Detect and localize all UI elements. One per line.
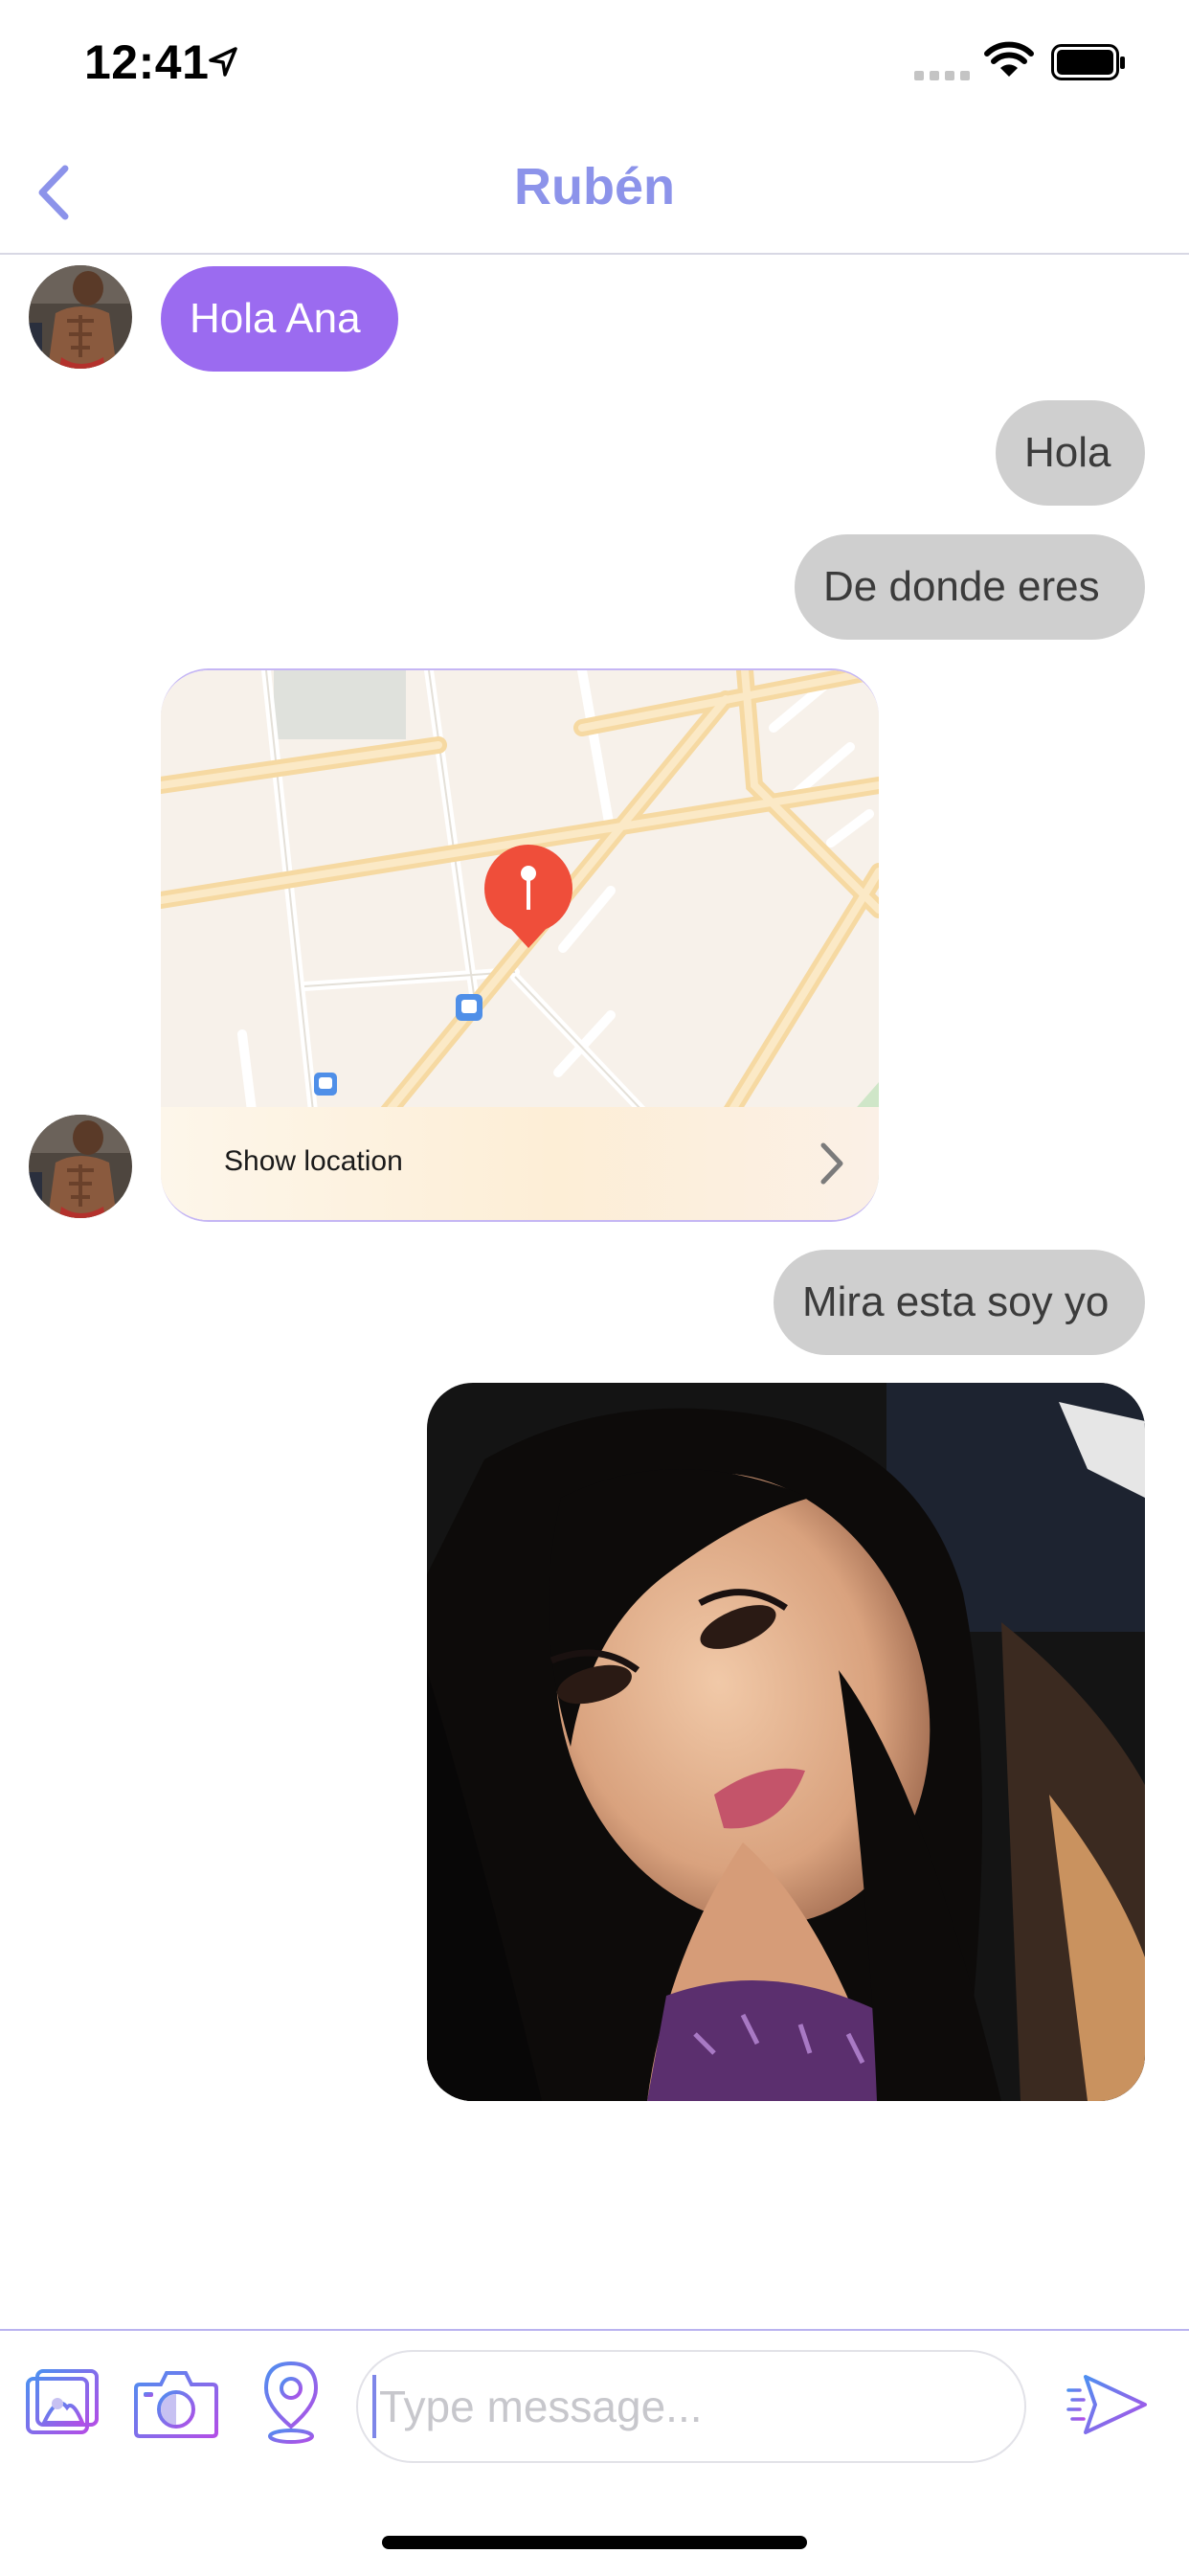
message-bubble-outgoing[interactable]: Mira esta soy yo — [774, 1250, 1145, 1355]
gallery-button[interactable] — [25, 2365, 101, 2447]
location-pin-icon — [263, 2361, 319, 2444]
message-bubble-outgoing[interactable]: Hola — [996, 400, 1145, 506]
contact-avatar[interactable] — [29, 265, 132, 369]
status-time: 12:41 — [84, 35, 210, 89]
send-icon — [1066, 2375, 1147, 2434]
send-button[interactable] — [1066, 2371, 1149, 2443]
wifi-icon — [984, 41, 1034, 77]
camera-icon — [134, 2371, 218, 2438]
battery-icon — [1051, 44, 1125, 80]
show-location-label: Show location — [224, 1145, 403, 1177]
gallery-icon — [26, 2369, 99, 2434]
home-indicator[interactable] — [382, 2536, 807, 2549]
location-button[interactable] — [260, 2360, 322, 2451]
text-caret — [372, 2375, 376, 2438]
camera-button[interactable] — [134, 2365, 218, 2447]
status-bar: 12:41 — [0, 0, 1189, 124]
contact-name-title: Rubén — [514, 158, 675, 215]
cellular-signal-icon — [914, 71, 970, 80]
nav-bar: Rubén — [0, 124, 1189, 255]
message-bubble-outgoing[interactable]: De donde eres — [795, 534, 1145, 640]
location-message-card[interactable]: Show location — [161, 668, 879, 1222]
show-location-row[interactable]: Show location — [161, 1107, 879, 1220]
photo-message[interactable] — [427, 1383, 1145, 2101]
location-arrow-icon — [209, 47, 237, 77]
chevron-right-icon — [820, 1142, 843, 1185]
message-input[interactable] — [356, 2350, 1026, 2463]
contact-avatar[interactable] — [29, 1115, 132, 1218]
message-bubble-incoming[interactable]: Hola Ana — [161, 266, 398, 372]
